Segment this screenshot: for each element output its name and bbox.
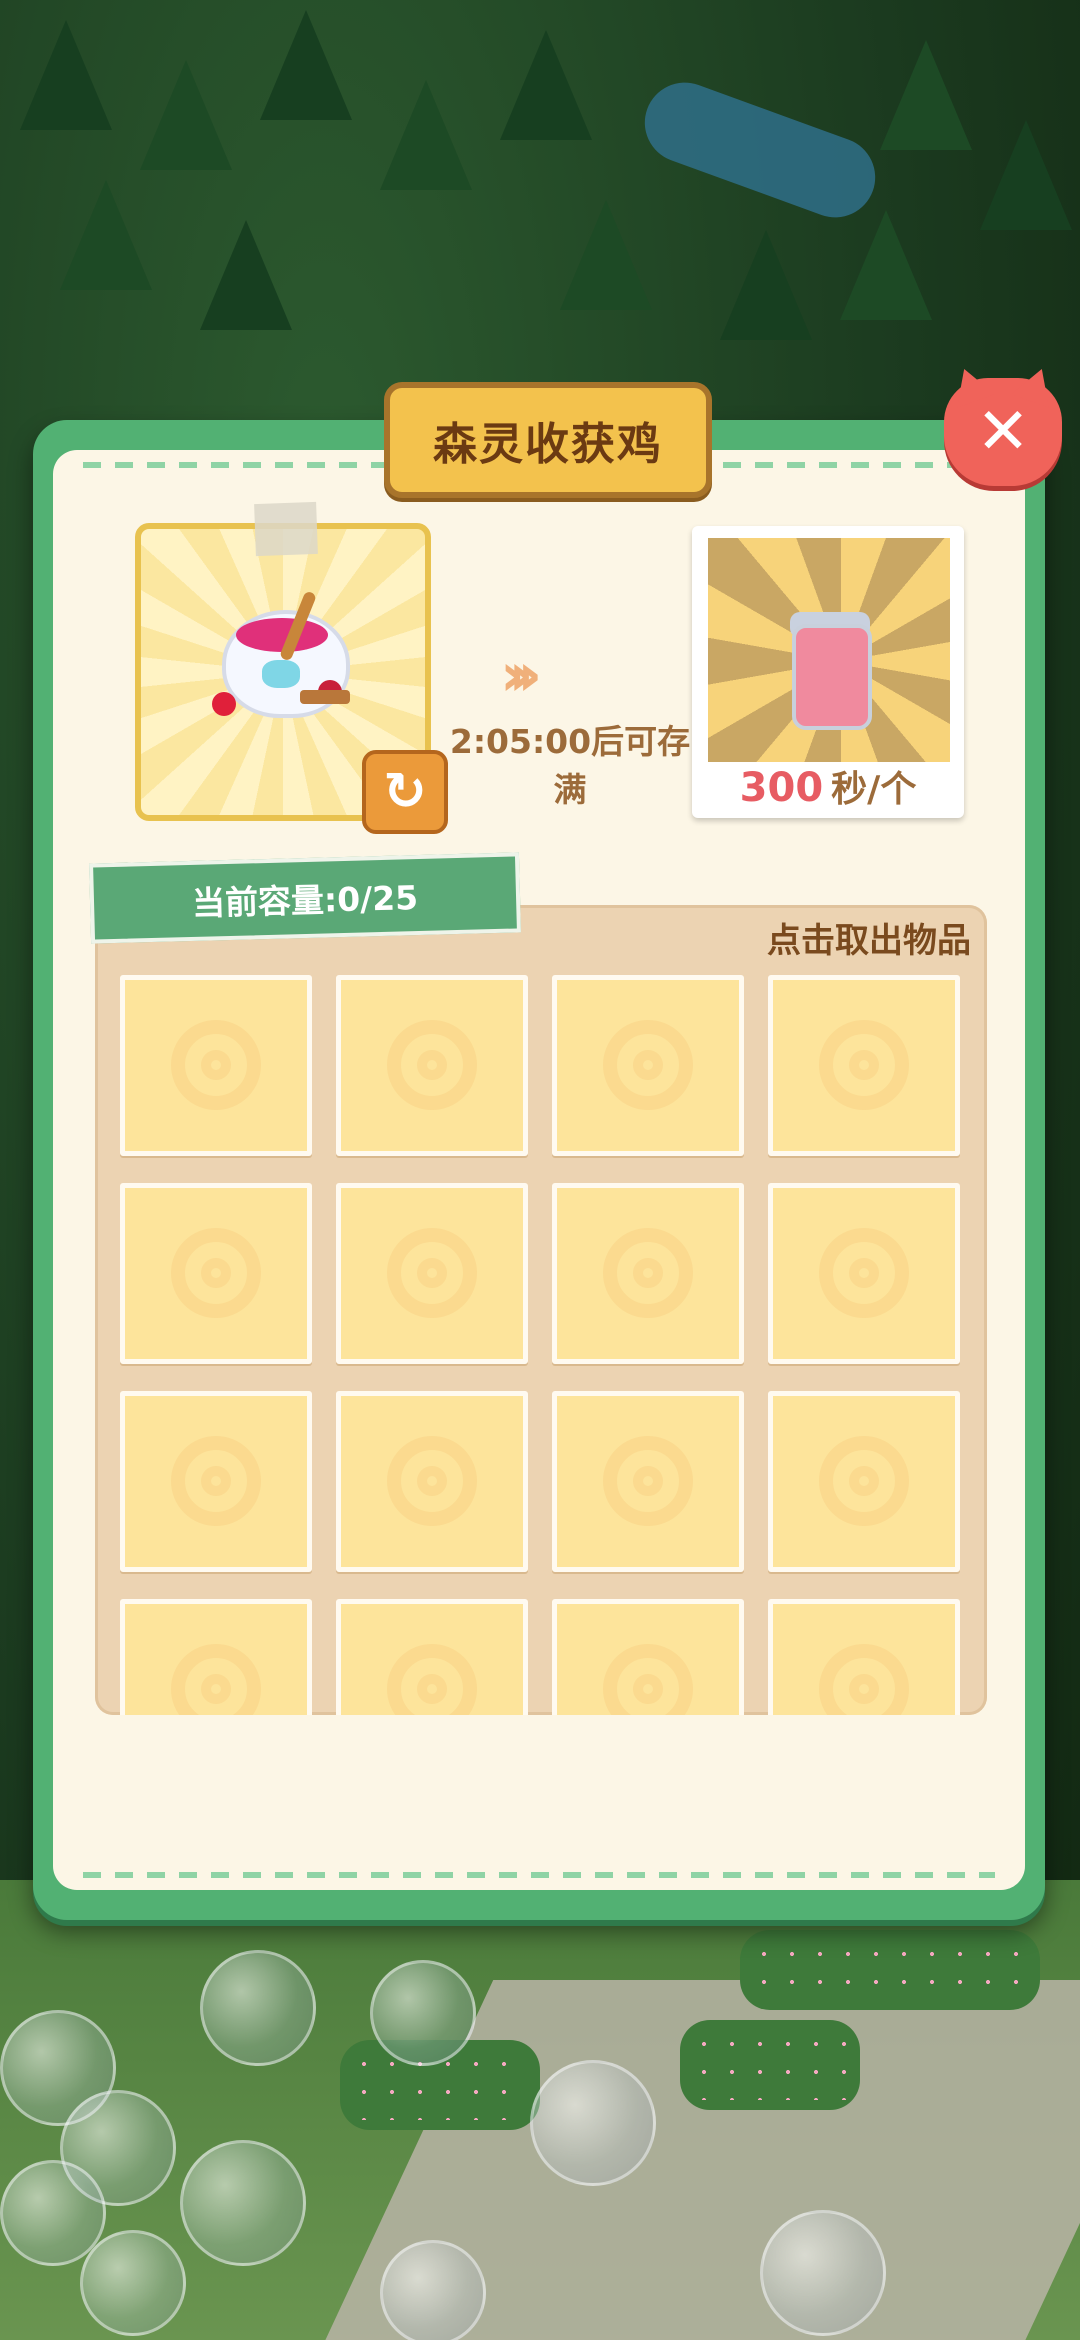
- refresh-icon: ↻: [383, 762, 427, 822]
- stool-icon: [300, 690, 350, 704]
- creature-bubble[interactable]: [760, 2210, 886, 2336]
- refresh-button[interactable]: ↻: [362, 750, 448, 834]
- storage-slot[interactable]: [768, 1599, 960, 1715]
- pot-emblem: [262, 660, 300, 688]
- pine-tree: [500, 30, 592, 140]
- storage-slot[interactable]: [552, 975, 744, 1156]
- pine-tree: [140, 60, 232, 170]
- creature-bubble[interactable]: [380, 2240, 486, 2340]
- cherry-jam-jar-icon: [792, 624, 872, 730]
- creature-bubble[interactable]: [80, 2230, 186, 2336]
- dialog-title-banner: 森灵收获鸡: [384, 382, 712, 498]
- berry-icon: [212, 692, 236, 716]
- storage-slot[interactable]: [336, 1183, 528, 1364]
- arrow-right-icon: ›››: [500, 640, 542, 710]
- tape-decoration: [254, 501, 318, 557]
- close-button[interactable]: ✕: [944, 378, 1062, 486]
- panel-stitching: [83, 1872, 995, 1878]
- storage-slot[interactable]: [552, 1391, 744, 1572]
- flower-bed: [680, 2020, 860, 2110]
- storage-slot[interactable]: [336, 1599, 528, 1715]
- storage-area: 点击取出物品: [95, 905, 987, 1715]
- pine-tree: [200, 220, 292, 330]
- pine-tree: [720, 230, 812, 340]
- rate-value: 300: [739, 765, 824, 811]
- storage-hint: 点击取出物品: [767, 921, 971, 961]
- production-rate: 300 秒/个: [700, 760, 956, 812]
- creature-bubble[interactable]: [370, 1960, 476, 2066]
- storage-slot[interactable]: [552, 1183, 744, 1364]
- close-x-icon: ✕: [976, 395, 1030, 469]
- flower-bed: [740, 1930, 1040, 2010]
- storage-slot[interactable]: [120, 1391, 312, 1572]
- pine-tree: [840, 210, 932, 320]
- pine-tree: [380, 80, 472, 190]
- storage-slot[interactable]: [120, 975, 312, 1156]
- storage-grid: [120, 975, 960, 1715]
- creature-bubble[interactable]: [200, 1950, 316, 2066]
- storage-slot[interactable]: [336, 1391, 528, 1572]
- rate-unit: 秒/个: [831, 769, 917, 810]
- dialog-title: 森灵收获鸡: [433, 419, 663, 470]
- pine-tree: [980, 120, 1072, 230]
- storage-slot[interactable]: [120, 1599, 312, 1715]
- pine-tree: [20, 20, 112, 130]
- creature-bubble[interactable]: [530, 2060, 656, 2186]
- storage-slot[interactable]: [336, 975, 528, 1156]
- storage-slot[interactable]: [120, 1183, 312, 1364]
- pine-tree: [560, 200, 652, 310]
- storage-slot[interactable]: [768, 975, 960, 1156]
- pine-tree: [60, 180, 152, 290]
- pine-tree: [880, 40, 972, 150]
- storage-slot[interactable]: [768, 1391, 960, 1572]
- creature-bubble[interactable]: [180, 2140, 306, 2266]
- capacity-tab: 当前容量:0/25: [89, 852, 521, 944]
- storage-slot[interactable]: [768, 1183, 960, 1364]
- pine-tree: [260, 10, 352, 120]
- fill-time-text: 2:05:00后可存满: [449, 722, 691, 809]
- storage-slot[interactable]: [552, 1599, 744, 1715]
- capacity-text: 当前容量:0/25: [191, 878, 419, 923]
